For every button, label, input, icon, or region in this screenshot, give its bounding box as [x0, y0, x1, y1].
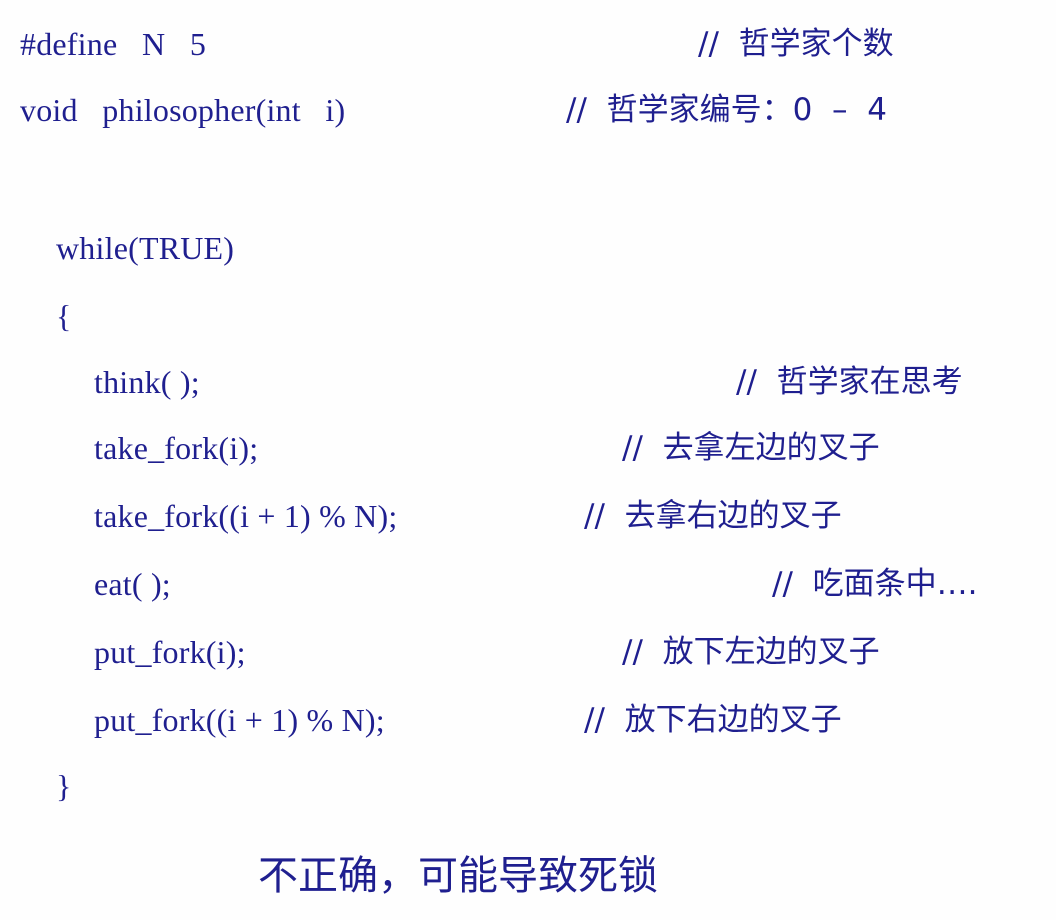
open-brace: {	[56, 298, 72, 334]
define-line: #define N 5	[20, 26, 207, 62]
deadlock-note: 不正确，可能导致死锁	[258, 853, 658, 899]
think-line: think( );	[94, 364, 200, 400]
put-left-fork-comment: // 放下左边的叉子	[622, 634, 880, 670]
define-comment: // 哲学家个数	[698, 26, 894, 62]
take-left-fork-line: take_fork(i);	[94, 430, 259, 466]
think-comment: // 哲学家在思考	[736, 364, 963, 400]
function-comment: // 哲学家编号：0 – 4	[566, 92, 887, 128]
take-left-fork-comment: // 去拿左边的叉子	[622, 430, 880, 466]
close-brace: }	[56, 768, 72, 804]
put-left-fork-line: put_fork(i);	[94, 634, 246, 670]
while-line: while(TRUE)	[56, 230, 235, 266]
put-right-fork-comment: // 放下右边的叉子	[584, 702, 842, 738]
put-right-fork-line: put_fork((i + 1) % N);	[94, 702, 385, 738]
take-right-fork-comment: // 去拿右边的叉子	[584, 498, 842, 534]
eat-comment: // 吃面条中….	[772, 566, 978, 602]
take-right-fork-line: take_fork((i + 1) % N);	[94, 498, 398, 534]
eat-line: eat( );	[94, 566, 171, 602]
code-slide: #define N 5 // 哲学家个数 void philosopher(in…	[0, 0, 1056, 920]
function-signature: void philosopher(int i)	[20, 92, 346, 128]
